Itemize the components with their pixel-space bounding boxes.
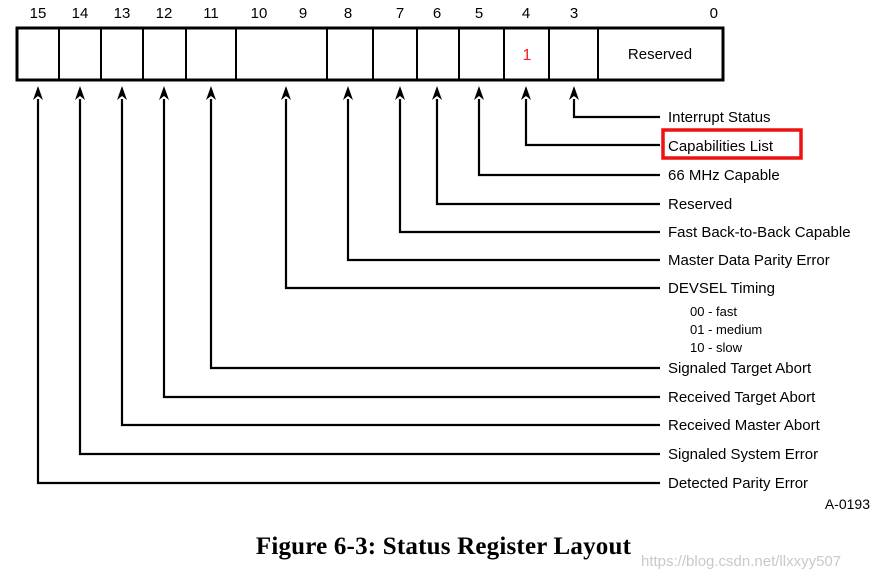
register-box bbox=[15, 26, 725, 82]
callout-label-received-master-abort: Received Master Abort bbox=[668, 417, 821, 434]
callout-label-interrupt-status: Interrupt Status bbox=[668, 109, 771, 126]
callout-label-capabilities-list: Capabilities List bbox=[668, 138, 774, 155]
callout-label-detected-parity-error: Detected Parity Error bbox=[668, 475, 808, 492]
callout-label-66mhz-capable: 66 MHz Capable bbox=[668, 167, 780, 184]
bit-number-11: 11 bbox=[203, 5, 219, 22]
callout-label-devsel-timing: DEVSEL Timing bbox=[668, 280, 775, 297]
arrowhead-bit-7 bbox=[395, 86, 405, 100]
leader-bit-14 bbox=[78, 99, 660, 456]
bit-number-15: 15 bbox=[30, 5, 47, 22]
bit-number-12: 12 bbox=[156, 5, 173, 22]
bit-number-7: 7 bbox=[396, 5, 404, 22]
bit-number-8: 8 bbox=[344, 5, 352, 22]
devsel-encoding-10: 10 - slow bbox=[690, 340, 743, 355]
callout-label-master-data-parity-error: Master Data Parity Error bbox=[668, 252, 830, 269]
bit-number-3: 3 bbox=[570, 5, 578, 22]
arrowhead-bit-12 bbox=[159, 86, 169, 100]
bit-number-9: 9 bbox=[299, 5, 307, 22]
callout-label-signaled-system-error: Signaled System Error bbox=[668, 446, 818, 463]
leader-bit-7 bbox=[398, 99, 660, 234]
arrowhead-bit-8 bbox=[343, 86, 353, 100]
callout-label-received-target-abort: Received Target Abort bbox=[668, 389, 816, 406]
callout-label-group: Interrupt Status Capabilities List 66 MH… bbox=[668, 109, 851, 492]
bit-number-14: 14 bbox=[72, 5, 89, 22]
callout-label-signaled-target-abort: Signaled Target Abort bbox=[668, 360, 812, 377]
leader-bit-12 bbox=[162, 99, 660, 399]
arrowhead-bit-4 bbox=[521, 86, 531, 100]
bit-number-4: 4 bbox=[522, 5, 530, 22]
bit-number-0: 0 bbox=[710, 5, 718, 22]
register-layout-diagram: 15 14 13 12 11 10 9 8 7 6 5 4 3 0 1 Rese… bbox=[15, 5, 870, 512]
bit-number-10: 10 bbox=[251, 5, 268, 22]
watermark: https://blog.csdn.net/llxxyy507 bbox=[641, 553, 842, 570]
status-register-figure: 15 14 13 12 11 10 9 8 7 6 5 4 3 0 1 Rese… bbox=[0, 0, 887, 583]
leader-bit-4 bbox=[524, 99, 660, 147]
leader-bit-8 bbox=[346, 99, 660, 262]
bit-number-row: 15 14 13 12 11 10 9 8 7 6 5 4 3 0 bbox=[30, 5, 718, 22]
arrowhead-bit-13 bbox=[117, 86, 127, 100]
bit-4-value: 1 bbox=[523, 47, 532, 64]
arrowhead-bit-15 bbox=[33, 86, 43, 100]
bit-number-13: 13 bbox=[114, 5, 131, 22]
bit-number-5: 5 bbox=[475, 5, 483, 22]
arrowhead-bit-3 bbox=[569, 86, 579, 100]
reserved-field-label: Reserved bbox=[628, 46, 692, 63]
arrowhead-bit-11 bbox=[206, 86, 216, 100]
devsel-encoding-01: 01 - medium bbox=[690, 322, 762, 337]
callout-arrowheads bbox=[33, 86, 579, 100]
arrowhead-bit-5 bbox=[474, 86, 484, 100]
leader-bit-6 bbox=[435, 99, 660, 206]
callout-label-reserved: Reserved bbox=[668, 196, 732, 213]
leader-bit-13 bbox=[120, 99, 660, 427]
leader-bit-11 bbox=[209, 99, 660, 370]
callout-leader-lines bbox=[36, 99, 660, 485]
callout-label-fast-back-to-back-capable: Fast Back-to-Back Capable bbox=[668, 224, 851, 241]
devsel-encoding-00: 00 - fast bbox=[690, 304, 737, 319]
leader-bit-3 bbox=[572, 99, 660, 119]
drawing-id: A-0193 bbox=[825, 496, 870, 512]
bit-number-6: 6 bbox=[433, 5, 441, 22]
arrowhead-bit-10-9 bbox=[281, 86, 291, 100]
arrowhead-bit-6 bbox=[432, 86, 442, 100]
arrowhead-bit-14 bbox=[75, 86, 85, 100]
leader-bit-5 bbox=[477, 99, 660, 177]
